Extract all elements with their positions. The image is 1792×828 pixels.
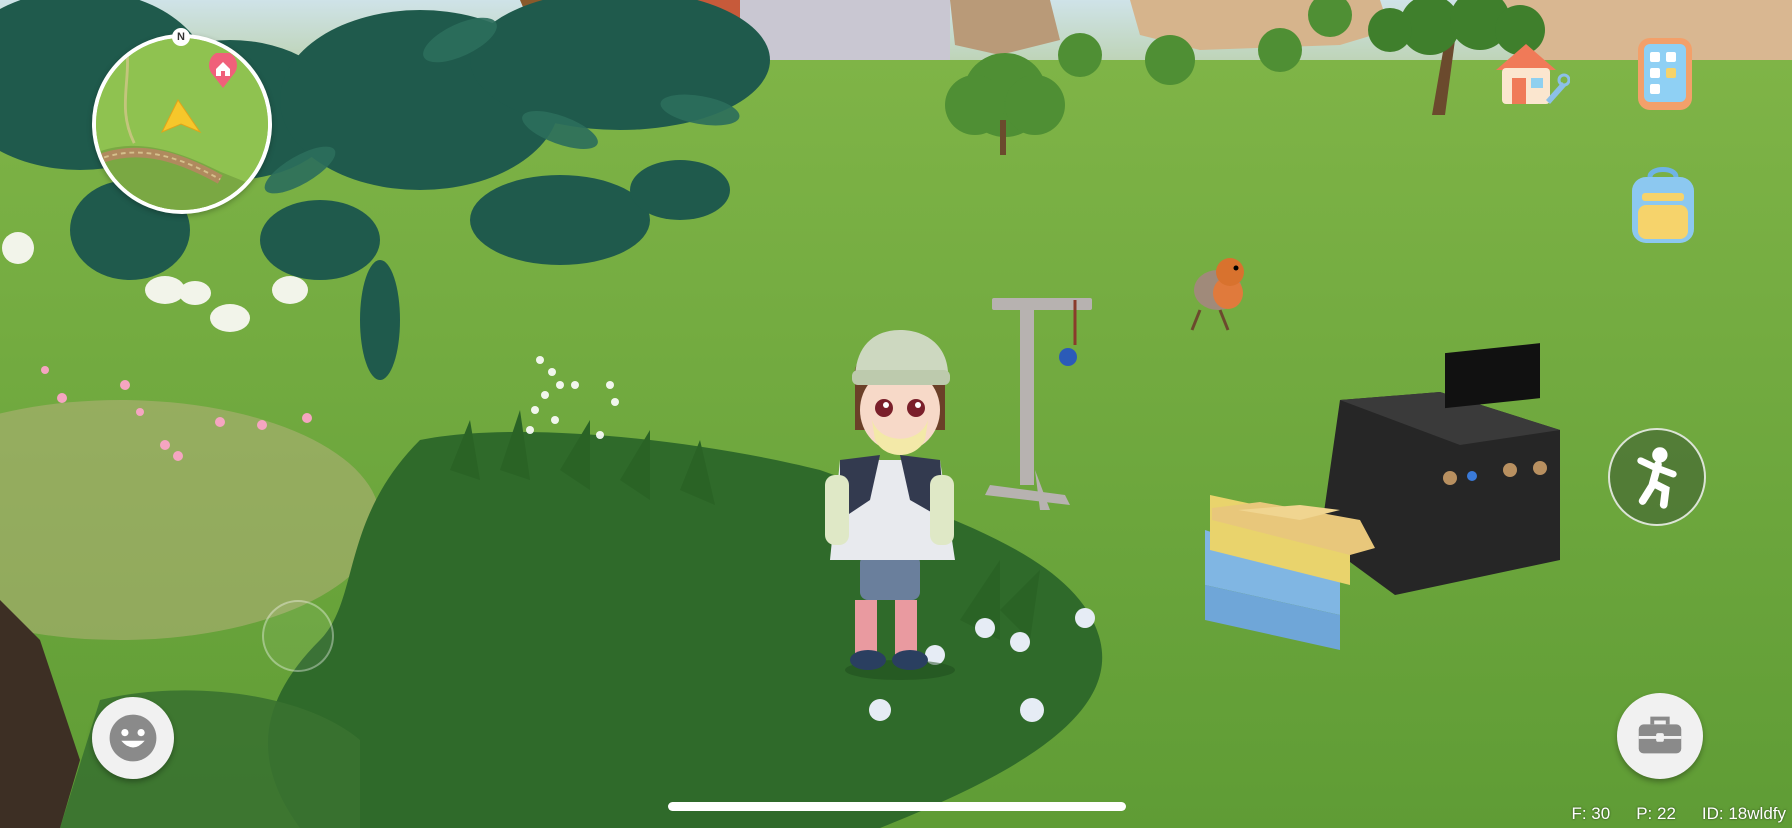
movement-joystick[interactable] — [262, 600, 334, 672]
home-workshop-button[interactable] — [1486, 32, 1571, 116]
phone-apps-icon — [1638, 38, 1692, 110]
debug-stats: F: 30 P: 22 ID: 18wldfy — [1571, 804, 1786, 824]
house-wrench-icon — [1496, 44, 1571, 104]
phone-menu-button[interactable] — [1630, 34, 1700, 114]
house-pin-icon[interactable] — [207, 51, 239, 89]
player-arrow-icon — [158, 98, 204, 136]
jump-action-button[interactable] — [1608, 428, 1706, 526]
fps-stat: F: 30 — [1571, 804, 1611, 823]
backpack-icon — [1632, 167, 1694, 243]
player-id-stat: ID: 18wldfy — [1701, 804, 1786, 823]
compass-north-label: N — [172, 28, 190, 46]
ping-stat: P: 22 — [1636, 804, 1676, 823]
home-indicator-bar[interactable] — [668, 802, 1126, 811]
backpack-button[interactable] — [1624, 165, 1702, 247]
toolbox-button[interactable] — [1617, 693, 1703, 779]
emote-button[interactable] — [92, 697, 174, 779]
smiley-face-icon — [109, 714, 157, 762]
toolbox-icon — [1638, 716, 1682, 754]
jump-pose-icon — [1637, 447, 1677, 509]
